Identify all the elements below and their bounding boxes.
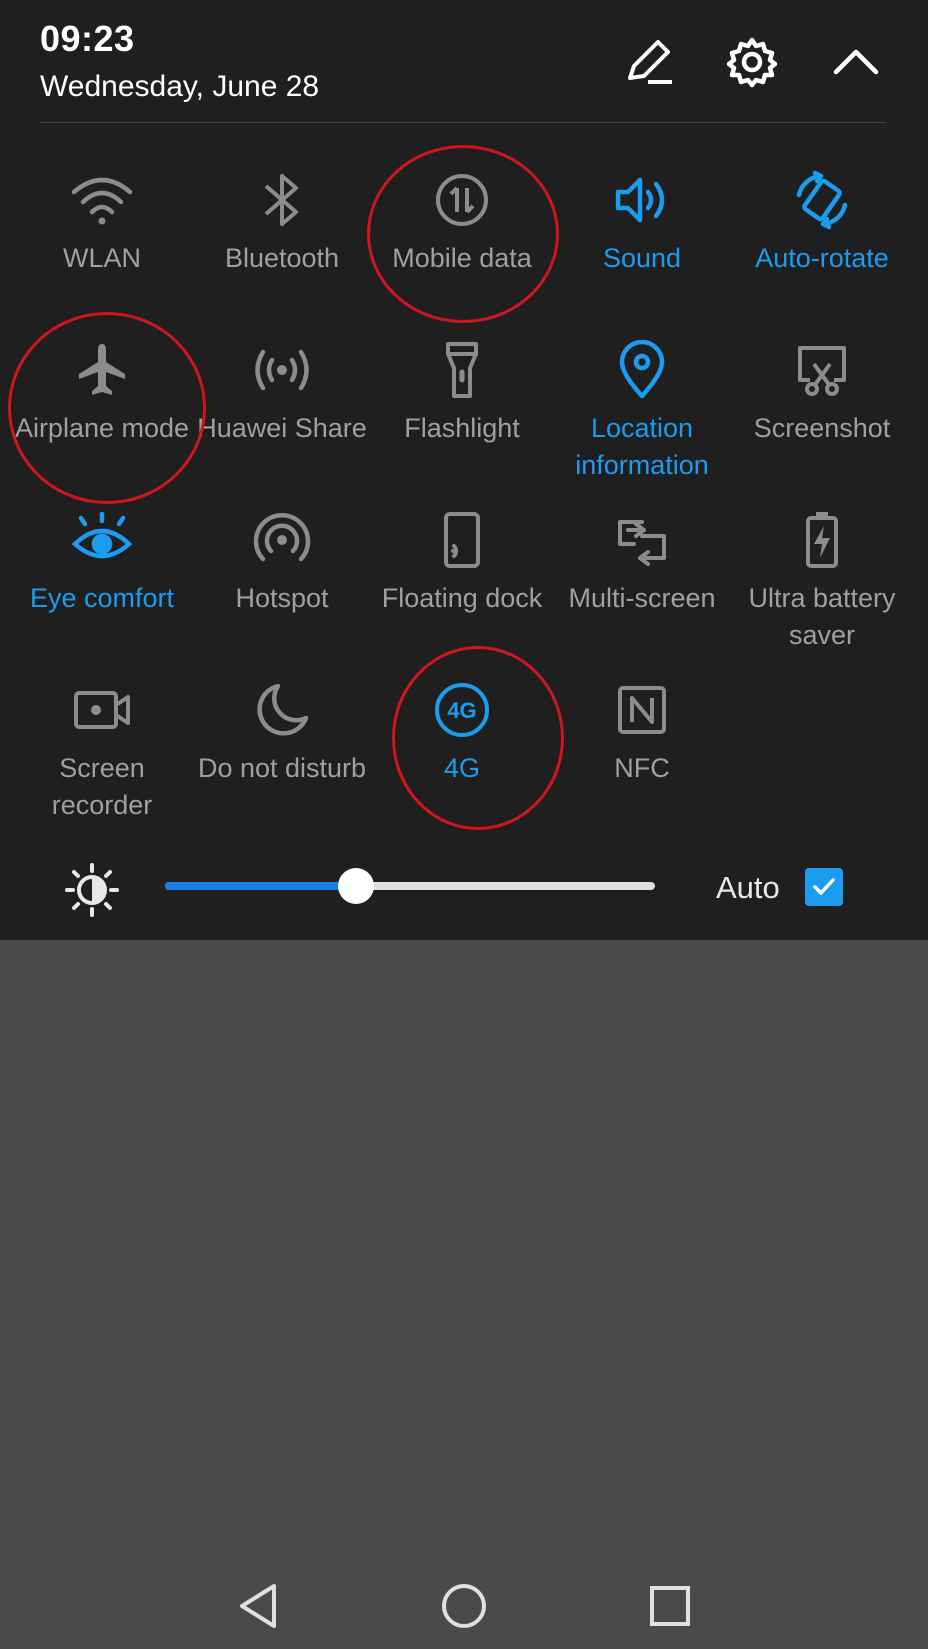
- multi-screen-icon: [618, 520, 666, 566]
- tile-label: Do not disturb: [197, 753, 367, 783]
- gear-icon: [726, 37, 778, 88]
- settings-button[interactable]: [722, 32, 782, 92]
- tile-hotspot[interactable]: Hotspot: [192, 500, 372, 617]
- collapse-button[interactable]: [826, 32, 886, 92]
- tile-label: WLAN: [62, 243, 141, 273]
- brightness-slider-fill: [165, 882, 357, 890]
- edit-button[interactable]: [620, 32, 680, 92]
- tile-label: Ultra battery saver: [748, 583, 896, 650]
- home-circle-icon: [442, 1584, 486, 1628]
- tile-multi-screen[interactable]: Multi-screen: [552, 500, 732, 617]
- recents-square-icon: [650, 1586, 690, 1626]
- tile-floating-dock[interactable]: Floating dock: [372, 500, 552, 617]
- tile-wlan[interactable]: WLAN: [12, 160, 192, 277]
- tile-label: Huawei Share: [197, 413, 367, 443]
- tile-label: Mobile data: [392, 243, 532, 273]
- back-button[interactable]: [228, 1576, 288, 1636]
- status-date: Wednesday, June 28: [40, 70, 320, 103]
- chevron-up-icon: [833, 49, 879, 75]
- tile-label: Bluetooth: [224, 243, 340, 273]
- tile-label: Flashlight: [404, 413, 520, 443]
- auto-brightness-checkbox[interactable]: [805, 868, 843, 906]
- brightness-icon-wrap: [64, 862, 120, 923]
- tile-label: Auto-rotate: [755, 243, 889, 273]
- rotate-icon: [796, 170, 848, 230]
- home-button[interactable]: [434, 1576, 494, 1636]
- location-pin-icon: [619, 340, 665, 399]
- recents-button[interactable]: [640, 1576, 700, 1636]
- svg-text:4G: 4G: [447, 698, 476, 723]
- tile-label: Sound: [602, 243, 682, 273]
- tile-eye-comfort[interactable]: Eye comfort: [12, 500, 192, 617]
- bluetooth-icon: [264, 174, 298, 226]
- brightness-slider[interactable]: [165, 868, 655, 904]
- tile-label: 4G: [443, 753, 481, 783]
- tile-auto-rotate[interactable]: Auto-rotate: [732, 160, 912, 277]
- tile-label: Multi-screen: [568, 583, 716, 613]
- tile-label: Screenshot: [753, 413, 891, 443]
- tile-mobile-data[interactable]: Mobile data: [372, 160, 552, 277]
- battery-icon: [806, 512, 838, 568]
- tile-label: Airplane mode: [14, 413, 190, 443]
- airplane-icon: [79, 344, 125, 395]
- share-icon: [255, 349, 309, 391]
- wifi-icon: [71, 177, 133, 225]
- tile-ultra-battery-saver[interactable]: Ultra battery saver: [732, 500, 912, 654]
- back-triangle-icon: [240, 1584, 276, 1628]
- nfc-icon: [618, 686, 666, 734]
- tile-screen-recorder[interactable]: Screen recorder: [12, 670, 192, 824]
- auto-brightness-label: Auto: [716, 870, 780, 905]
- tile-do-not-disturb[interactable]: Do not disturb: [192, 670, 372, 787]
- hotspot-icon: [253, 513, 311, 562]
- floating-dock-icon: [444, 512, 480, 568]
- tile-screenshot[interactable]: Screenshot: [732, 330, 912, 447]
- status-time: 09:23: [40, 18, 135, 59]
- tile-flashlight[interactable]: Flashlight: [372, 330, 552, 447]
- moon-icon: [257, 683, 309, 736]
- mobile-data-icon: [436, 174, 488, 226]
- speaker-icon: [615, 177, 665, 223]
- tile-label: Eye comfort: [29, 583, 175, 613]
- brightness-icon: [65, 863, 119, 917]
- brightness-slider-thumb[interactable]: [338, 868, 375, 904]
- screen-recorder-icon: [74, 691, 130, 729]
- 4g-icon: 4G: [435, 683, 489, 737]
- header-divider: [40, 122, 886, 123]
- tile-airplane-mode[interactable]: Airplane mode: [12, 330, 192, 447]
- pencil-icon: [628, 40, 672, 84]
- tile-label: Floating dock: [381, 583, 543, 613]
- tile-label: Hotspot: [235, 583, 329, 613]
- tile-label: Screen recorder: [51, 753, 153, 820]
- notification-shade: 09:23 Wednesday, June 28 WLAN Bluetooth …: [0, 0, 928, 940]
- flashlight-icon: [446, 342, 478, 398]
- checkmark-icon: [813, 878, 835, 895]
- tile-location-information[interactable]: Location information: [552, 330, 732, 484]
- tile-sound[interactable]: Sound: [552, 160, 732, 277]
- tile-label: Location information: [575, 413, 709, 480]
- screenshot-icon: [798, 346, 846, 396]
- navigation-bar: [0, 1560, 928, 1649]
- tile-4g[interactable]: 4G 4G: [372, 670, 552, 787]
- tile-nfc[interactable]: NFC: [552, 670, 732, 787]
- eye-icon: [71, 512, 133, 559]
- tile-bluetooth[interactable]: Bluetooth: [192, 160, 372, 277]
- tile-label: NFC: [614, 753, 670, 783]
- tile-huawei-share[interactable]: Huawei Share: [192, 330, 372, 447]
